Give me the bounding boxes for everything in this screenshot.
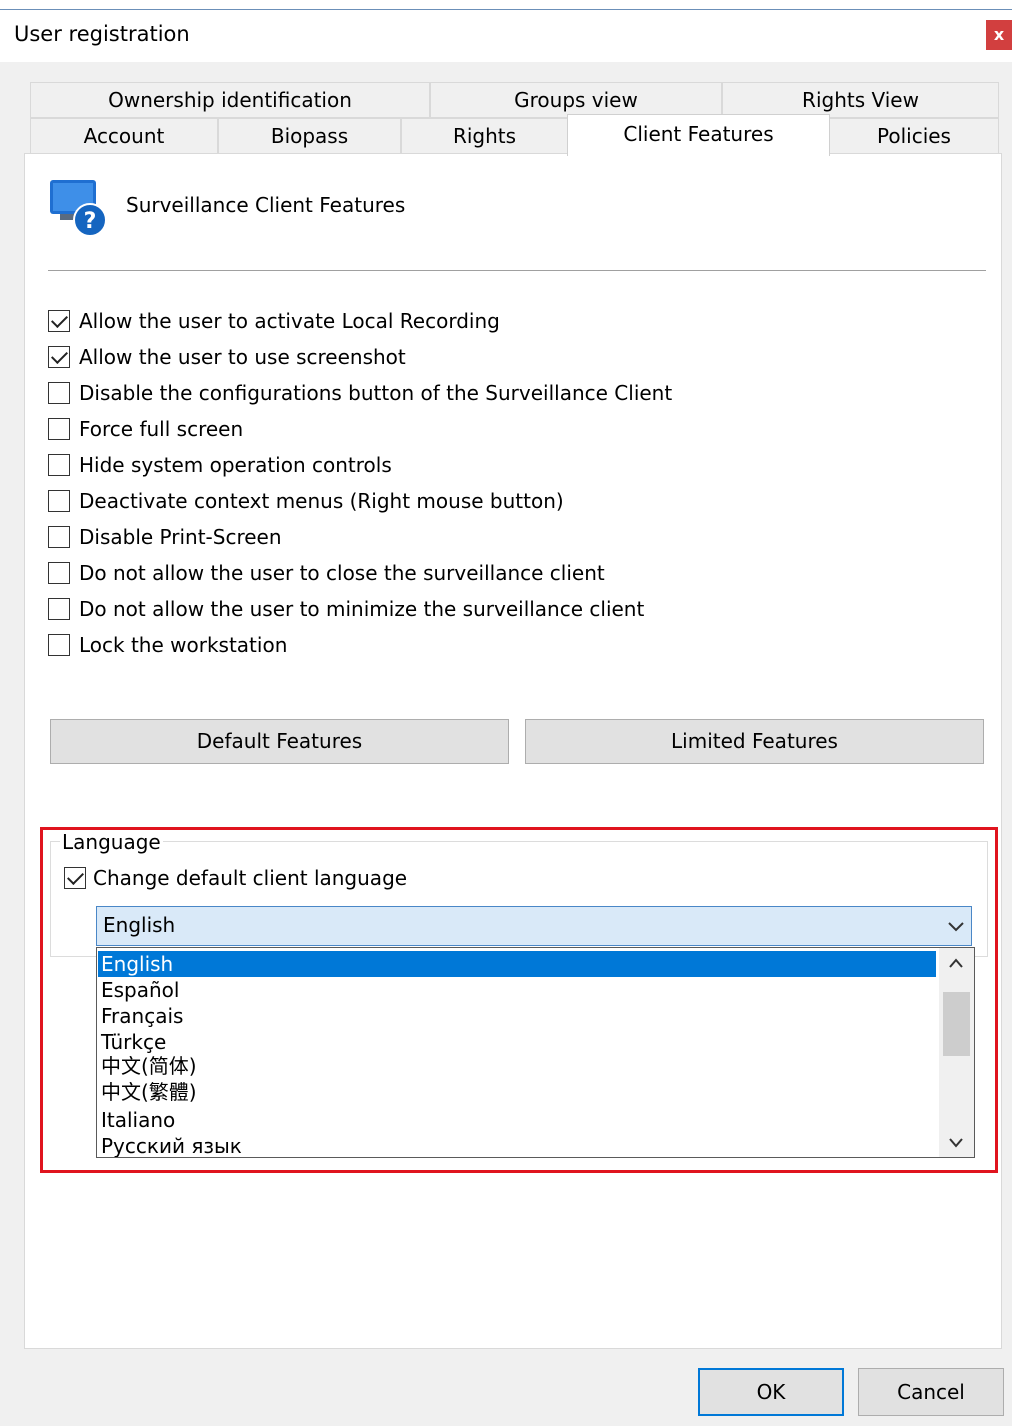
option-disable-print-screen[interactable]: Disable Print-Screen — [48, 522, 282, 552]
tab-account[interactable]: Account — [30, 118, 218, 154]
checkbox[interactable] — [48, 562, 70, 584]
option-force-full-screen[interactable]: Force full screen — [48, 414, 243, 444]
checkbox[interactable] — [48, 490, 70, 512]
language-option[interactable]: Français — [98, 1003, 936, 1029]
limited-features-button[interactable]: Limited Features — [525, 719, 984, 764]
checkbox[interactable] — [64, 867, 86, 889]
option-label: Allow the user to use screenshot — [79, 345, 406, 369]
tab-groups-view[interactable]: Groups view — [430, 82, 722, 118]
language-group-label: Language — [60, 830, 163, 854]
language-select-value: English — [103, 913, 176, 937]
language-option[interactable]: English — [98, 951, 936, 977]
ok-button[interactable]: OK — [698, 1368, 844, 1416]
option-label: Hide system operation controls — [79, 453, 392, 477]
tab-biopass[interactable]: Biopass — [218, 118, 401, 154]
language-option[interactable]: Русский язык — [98, 1133, 936, 1157]
panel-title: Surveillance Client Features — [126, 193, 406, 217]
chevron-down-icon[interactable] — [939, 1128, 974, 1157]
chevron-down-icon[interactable] — [945, 915, 967, 937]
tab-client-features[interactable]: Client Features — [567, 114, 830, 156]
change-language-label: Change default client language — [93, 866, 408, 890]
language-option[interactable]: 中文(简体) — [98, 1053, 936, 1079]
language-dropdown-list[interactable]: English Español Français Türkçe 中文(简体) 中… — [96, 947, 975, 1158]
scrollbar-thumb[interactable] — [943, 992, 970, 1056]
language-option[interactable]: Italiano — [98, 1107, 936, 1133]
tab-rights-view[interactable]: Rights View — [722, 82, 999, 118]
divider — [48, 270, 986, 271]
language-option[interactable]: Türkçe — [98, 1029, 936, 1055]
checkbox[interactable] — [48, 526, 70, 548]
option-label: Disable the configurations button of the… — [79, 381, 673, 405]
cancel-button[interactable]: Cancel — [858, 1368, 1004, 1416]
option-hide-system-controls[interactable]: Hide system operation controls — [48, 450, 392, 480]
option-no-close-client[interactable]: Do not allow the user to close the surve… — [48, 558, 605, 588]
svg-text:?: ? — [84, 209, 97, 234]
close-button[interactable]: x — [986, 20, 1012, 50]
option-label: Disable Print-Screen — [79, 525, 282, 549]
checkbox[interactable] — [48, 634, 70, 656]
language-option[interactable]: 中文(繁體) — [98, 1079, 936, 1105]
option-disable-config-button[interactable]: Disable the configurations button of the… — [48, 378, 672, 408]
option-label: Deactivate context menus (Right mouse bu… — [79, 489, 564, 513]
checkbox[interactable] — [48, 454, 70, 476]
option-screenshot[interactable]: Allow the user to use screenshot — [48, 342, 406, 372]
option-no-minimize-client[interactable]: Do not allow the user to minimize the su… — [48, 594, 644, 624]
option-label: Do not allow the user to minimize the su… — [79, 597, 645, 621]
tab-ownership-identification[interactable]: Ownership identification — [30, 82, 430, 118]
checkbox[interactable] — [48, 346, 70, 368]
language-option[interactable]: Español — [98, 977, 936, 1003]
option-label: Force full screen — [79, 417, 244, 441]
change-language-option[interactable]: Change default client language — [64, 863, 407, 893]
checkbox[interactable] — [48, 418, 70, 440]
option-local-recording[interactable]: Allow the user to activate Local Recordi… — [48, 306, 500, 336]
language-select[interactable] — [96, 906, 972, 946]
checkbox[interactable] — [48, 598, 70, 620]
dropdown-scrollbar[interactable] — [939, 948, 974, 1157]
chevron-up-icon[interactable] — [939, 948, 974, 978]
tab-policies[interactable]: Policies — [829, 118, 999, 154]
window-title: User registration — [14, 22, 190, 46]
option-label: Allow the user to activate Local Recordi… — [79, 309, 500, 333]
option-label: Do not allow the user to close the surve… — [79, 561, 605, 585]
tab-rights[interactable]: Rights — [401, 118, 568, 154]
option-label: Lock the workstation — [79, 633, 288, 657]
checkbox[interactable] — [48, 382, 70, 404]
monitor-help-icon: ? — [48, 178, 112, 238]
option-lock-workstation[interactable]: Lock the workstation — [48, 630, 287, 660]
default-features-button[interactable]: Default Features — [50, 719, 509, 764]
option-deactivate-context-menus[interactable]: Deactivate context menus (Right mouse bu… — [48, 486, 564, 516]
checkbox[interactable] — [48, 310, 70, 332]
